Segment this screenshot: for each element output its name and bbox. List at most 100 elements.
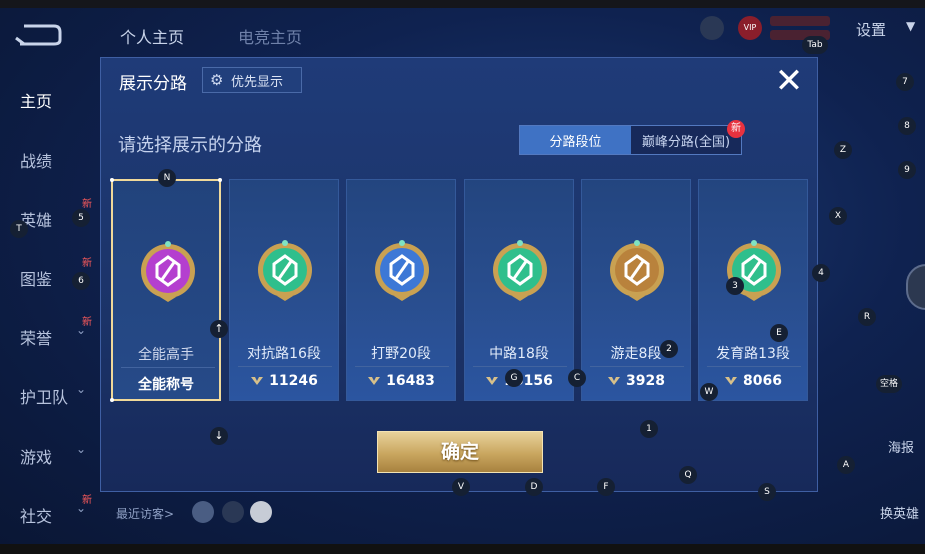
new-badge: 新 bbox=[727, 120, 745, 138]
sidebar-item[interactable]: 游戏 bbox=[20, 444, 52, 468]
chevron-down-icon[interactable]: ▼ bbox=[906, 19, 915, 33]
lane-rank-label: 中路18段 bbox=[489, 346, 549, 362]
rank-score-icon bbox=[486, 377, 499, 385]
key-hint-badge: 8 bbox=[898, 117, 916, 135]
avatar[interactable] bbox=[192, 501, 214, 523]
selection-corner bbox=[110, 178, 114, 182]
key-hint-badge: X bbox=[829, 207, 847, 225]
divider bbox=[238, 366, 332, 367]
lane-score-value: 11246 bbox=[269, 373, 318, 389]
key-hint-badge: 空格 bbox=[876, 375, 902, 393]
lane-card[interactable]: 游走8段 3928 bbox=[581, 179, 691, 401]
key-hint-badge: 3 bbox=[726, 277, 744, 295]
jungle-emblem-icon bbox=[375, 240, 429, 301]
key-hint-badge: A bbox=[837, 456, 855, 474]
tab-personal-home[interactable]: 个人主页 bbox=[120, 24, 184, 48]
lane-rank-label: 发育路13段 bbox=[716, 346, 790, 362]
roam-emblem-icon bbox=[610, 240, 664, 301]
key-hint-badge: E bbox=[770, 324, 788, 342]
window-bottom-bar bbox=[0, 544, 925, 554]
lane-card[interactable]: 打野20段 16483 bbox=[346, 179, 456, 401]
lane-card[interactable]: 发育路13段 8066 bbox=[698, 179, 808, 401]
lane-rank-label: 全能高手 bbox=[138, 347, 194, 363]
key-hint-badge: F bbox=[597, 478, 615, 496]
key-hint-badge: Q bbox=[679, 466, 697, 484]
recent-visitors-link[interactable]: 最近访客> bbox=[116, 505, 174, 522]
key-hint-badge: 4 bbox=[812, 264, 830, 282]
divider bbox=[707, 366, 801, 367]
back-arrow-icon[interactable] bbox=[14, 22, 62, 48]
chevron-down-icon[interactable]: ⌄ bbox=[76, 382, 86, 396]
key-hint-badge: N bbox=[158, 169, 176, 187]
key-hint-badge: G bbox=[505, 369, 523, 387]
key-hint-badge: 2 bbox=[660, 340, 678, 358]
mid-lane-emblem-icon bbox=[493, 240, 547, 301]
chevron-down-icon[interactable]: ⌄ bbox=[76, 323, 86, 337]
tab-esports-home[interactable]: 电竞主页 bbox=[238, 24, 302, 48]
sidebar-item[interactable]: 战绩 bbox=[20, 148, 52, 172]
change-hero-button[interactable]: 换英雄 bbox=[880, 503, 919, 522]
lane-card-list: 全能高手 全能称号 对抗路16段 11246 打野20段 16483 中路18段 15156 游… bbox=[110, 178, 809, 402]
selection-corner bbox=[110, 398, 114, 402]
divider bbox=[121, 367, 215, 368]
rank-score-icon bbox=[251, 377, 264, 385]
notification-icon[interactable] bbox=[700, 16, 724, 40]
tab-peak-lane[interactable]: 巅峰分路(全国) 新 bbox=[631, 120, 745, 154]
key-hint-badge: V bbox=[452, 478, 470, 496]
key-hint-badge: ↑ bbox=[210, 320, 228, 338]
key-hint-badge: C bbox=[568, 369, 586, 387]
new-badge: 新 bbox=[82, 199, 92, 210]
key-hint-badge: 7 bbox=[896, 73, 914, 91]
key-hint-badge: S bbox=[758, 483, 776, 501]
lane-card[interactable]: 中路18段 15156 bbox=[464, 179, 574, 401]
tab-lane-rank[interactable]: 分路段位 bbox=[520, 126, 631, 154]
key-hint-badge: 6 bbox=[72, 272, 90, 290]
clash-lane-emblem-icon bbox=[258, 240, 312, 301]
new-badge: 新 bbox=[82, 258, 92, 269]
key-hint-badge: T bbox=[10, 220, 28, 238]
vip-bar bbox=[770, 16, 830, 26]
avatar[interactable] bbox=[250, 501, 272, 523]
lane-score-value: 3928 bbox=[626, 373, 665, 389]
vip-icon[interactable]: VIP bbox=[738, 16, 762, 40]
sidebar-item[interactable]: 主页 bbox=[20, 88, 52, 112]
close-icon[interactable]: ✕ bbox=[771, 64, 807, 100]
lane-score-value: 8066 bbox=[743, 373, 782, 389]
settings-button[interactable]: 设置 bbox=[856, 19, 886, 40]
poster-button[interactable]: 海报 bbox=[888, 437, 914, 456]
lane-score: 11246 bbox=[230, 373, 338, 389]
lane-mode-toggle: 分路段位 巅峰分路(全国) 新 bbox=[519, 120, 745, 155]
rank-score-icon bbox=[608, 377, 621, 385]
divider bbox=[473, 366, 567, 367]
window-top-bar bbox=[0, 0, 925, 8]
dialog-titlebar: 展示分路 ⚙ 优先显示 ✕ bbox=[101, 58, 819, 104]
dialog-title: 展示分路 bbox=[119, 74, 187, 94]
dialog-subtitle: 请选择展示的分路 bbox=[118, 135, 262, 156]
divider bbox=[355, 366, 449, 367]
lane-card[interactable]: 全能高手 全能称号 bbox=[110, 178, 222, 402]
confirm-button[interactable]: 确定 bbox=[377, 431, 543, 473]
rank-score-icon bbox=[725, 377, 738, 385]
rank-score-icon bbox=[368, 377, 381, 385]
purple-allround-emblem-icon bbox=[141, 241, 195, 302]
gear-icon: ⚙ bbox=[210, 71, 224, 89]
key-hint-badge: W bbox=[700, 383, 718, 401]
key-hint-badge: D bbox=[525, 478, 543, 496]
sidebar-item[interactable]: 荣誉 bbox=[20, 325, 52, 349]
priority-display-button[interactable]: ⚙ 优先显示 bbox=[202, 67, 302, 93]
sidebar-item[interactable]: 护卫队 bbox=[20, 384, 68, 408]
sidebar-item[interactable]: 图鉴 bbox=[20, 266, 52, 290]
chevron-down-icon[interactable]: ⌄ bbox=[76, 501, 86, 515]
key-hint-badge: Z bbox=[834, 141, 852, 159]
tab-peak-lane-label: 巅峰分路(全国) bbox=[641, 134, 731, 150]
avatar[interactable] bbox=[222, 501, 244, 523]
key-hint-badge: 5 bbox=[72, 209, 90, 227]
lane-score-value: 全能称号 bbox=[138, 377, 194, 393]
lane-score: 3928 bbox=[582, 373, 690, 389]
chevron-down-icon[interactable]: ⌄ bbox=[76, 442, 86, 456]
lane-score: 全能称号 bbox=[113, 374, 219, 394]
sidebar-item[interactable]: 社交 bbox=[20, 503, 52, 527]
lane-card[interactable]: 对抗路16段 11246 bbox=[229, 179, 339, 401]
lane-rank-label: 打野20段 bbox=[371, 346, 431, 362]
lane-rank-label: 对抗路16段 bbox=[247, 346, 321, 362]
